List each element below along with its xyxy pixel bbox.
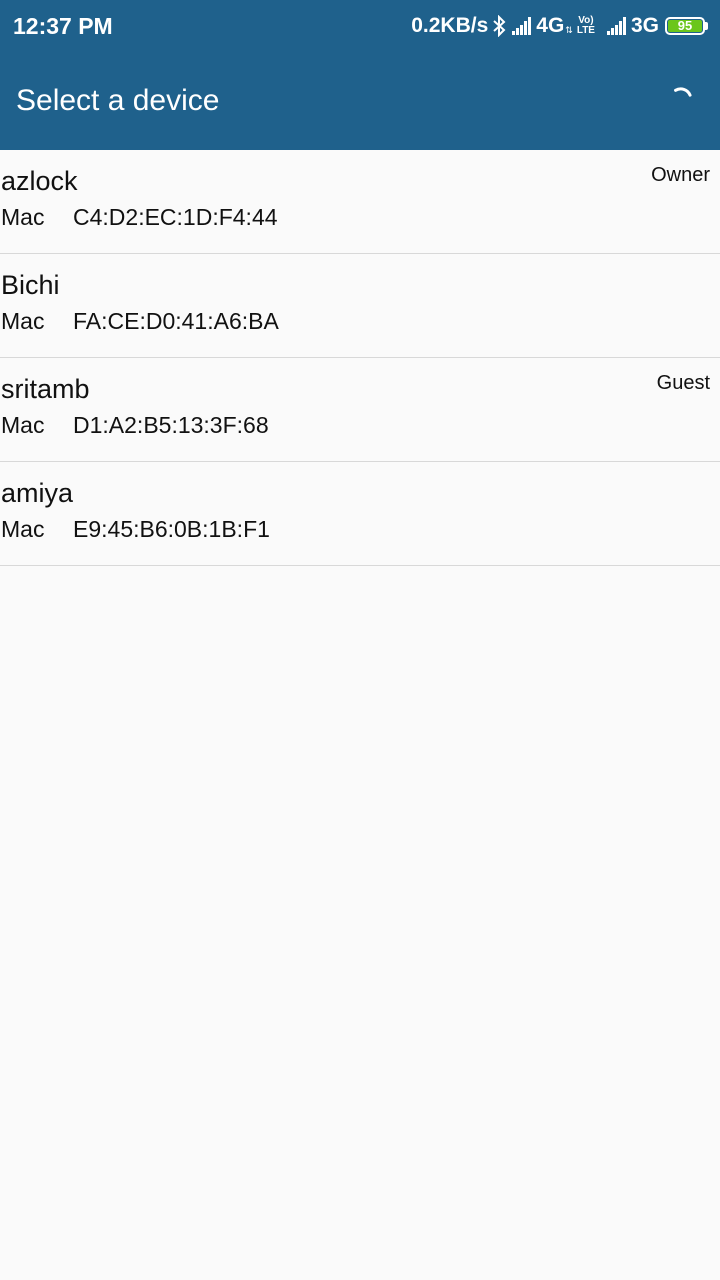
- device-item[interactable]: Bichi Mac FA:CE:D0:41:A6:BA: [0, 254, 720, 358]
- device-mac-address: FA:CE:D0:41:A6:BA: [73, 308, 279, 334]
- network-type-2: 3G: [630, 14, 659, 37]
- device-item[interactable]: azlock Mac C4:D2:EC:1D:F4:44 Owner: [0, 150, 720, 254]
- device-list: azlock Mac C4:D2:EC:1D:F4:44 Owner Bichi…: [0, 150, 720, 566]
- device-name: azlock: [1, 166, 78, 196]
- device-role-badge: Guest: [656, 372, 710, 394]
- battery-level: 95: [668, 19, 702, 32]
- device-mac-address: C4:D2:EC:1D:F4:44: [73, 204, 278, 230]
- device-mac-address: E9:45:B6:0B:1B:F1: [73, 516, 270, 542]
- status-icons: 0.2KB/s 4G ⇅ Vo) LTE 3G 95: [411, 12, 708, 40]
- network-speed: 0.2KB/s: [411, 14, 489, 37]
- status-time: 12:37 PM: [13, 13, 113, 39]
- spinner-icon: [670, 86, 694, 110]
- page-title: Select a device: [16, 84, 220, 117]
- device-name: Bichi: [1, 270, 60, 300]
- device-item[interactable]: amiya Mac E9:45:B6:0B:1B:F1: [0, 462, 720, 566]
- device-role-badge: Owner: [651, 164, 710, 186]
- device-mac-label: Mac: [1, 204, 45, 230]
- battery-icon: 95: [665, 17, 708, 35]
- volte-icon: Vo) LTE: [577, 16, 595, 36]
- signal-icon-2: [606, 17, 627, 35]
- device-item[interactable]: sritamb Mac D1:A2:B5:13:3F:68 Guest: [0, 358, 720, 462]
- status-bar: 12:37 PM 0.2KB/s 4G ⇅ Vo) LTE 3G 95: [0, 0, 720, 52]
- device-mac-label: Mac: [1, 412, 45, 438]
- volte-bottom: LTE: [576, 25, 595, 36]
- device-name: amiya: [1, 478, 74, 508]
- app-bar: Select a device: [0, 52, 720, 150]
- device-mac-label: Mac: [1, 308, 45, 334]
- bluetooth-icon: [492, 15, 506, 37]
- device-mac-label: Mac: [1, 516, 45, 542]
- signal-icon: [512, 17, 532, 35]
- data-activity-icon: ⇅: [565, 24, 573, 35]
- network-type-1: 4G: [536, 14, 565, 37]
- device-name: sritamb: [1, 374, 90, 404]
- device-mac-address: D1:A2:B5:13:3F:68: [73, 412, 269, 438]
